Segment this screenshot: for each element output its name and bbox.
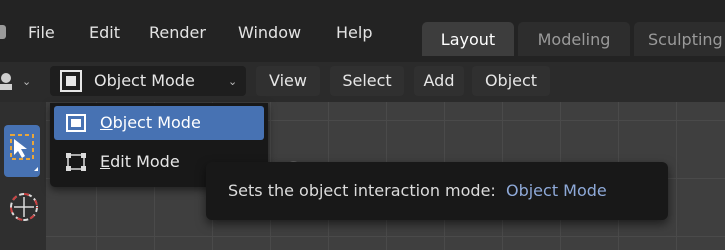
object-menu-button[interactable]: Object [472,66,550,96]
menu-help[interactable]: Help [336,22,372,44]
mnemonic-letter: E [100,152,111,171]
tooltip-description: Sets the object interaction mode: [228,181,496,200]
edit-mode-icon [66,153,86,171]
select-menu-button[interactable]: Select [330,66,404,96]
select-cursor-icon [10,134,38,171]
tab-layout[interactable]: Layout [422,22,514,56]
object-mode-icon [66,114,86,132]
chevron-down-icon: ⌄ [228,75,238,88]
menu-item-object-mode[interactable]: Object Mode [54,106,264,140]
chevron-down-icon: ⌄ [22,75,32,88]
menu-file[interactable]: File [28,22,55,44]
cursor-tool[interactable] [4,185,40,229]
tab-sculpting[interactable]: Sculpting [634,22,725,56]
mode-selector-label: Object Mode [94,71,195,90]
top-menu-bar: File Edit Render Window Help Layout Mode… [0,0,725,62]
viewport-header: ⌄ Object Mode ⌄ View Select Add Object [0,62,725,102]
select-box-tool[interactable] [4,125,40,177]
menu-item-label: dit Mode [110,152,180,171]
editor-type-button[interactable]: ⌄ [0,68,40,96]
object-mode-dropdown[interactable]: Object Mode ⌄ [50,66,246,96]
tab-modeling[interactable]: Modeling [518,22,630,56]
mnemonic-letter: O [100,113,113,132]
tooltip-value: Object Mode [505,181,607,200]
editor-type-icon [0,73,12,90]
add-menu-button[interactable]: Add [414,66,464,96]
object-mode-icon [60,70,82,92]
menu-window[interactable]: Window [238,22,301,44]
view-menu-button[interactable]: View [256,66,320,96]
blender-logo-icon[interactable] [0,25,6,39]
menu-render[interactable]: Render [149,22,206,44]
menu-edit[interactable]: Edit [89,22,120,44]
menu-item-label: bject Mode [112,113,201,132]
tooltip: Sets the object interaction mode: Object… [206,162,668,220]
crosshair-cursor-icon [10,193,38,221]
